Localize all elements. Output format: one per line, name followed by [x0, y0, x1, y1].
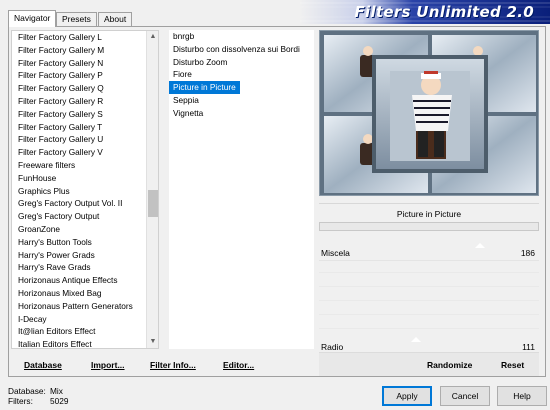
- empty-slider-slot: [319, 272, 539, 273]
- progress-bar: [319, 222, 539, 231]
- slider-thumb-icon[interactable]: [410, 337, 421, 342]
- filters-label: Filters:: [8, 396, 33, 406]
- category-item[interactable]: Filter Factory Gallery N: [12, 57, 158, 70]
- empty-slider-slot: [319, 314, 539, 315]
- filters-unlimited-logo: Filters Unlimited 2.0: [300, 0, 550, 24]
- category-items: Filter Factory Gallery L Filter Factory G…: [12, 31, 158, 348]
- filter-info-button[interactable]: Filter Info...: [150, 360, 196, 370]
- slider-track[interactable]: [319, 260, 539, 261]
- filter-item[interactable]: Seppia: [169, 94, 203, 107]
- category-item[interactable]: Greg's Factory Output: [12, 210, 158, 223]
- category-item[interactable]: GroanZone: [12, 223, 158, 236]
- empty-slider-slot: [319, 328, 539, 329]
- logo-text: Filters Unlimited 2.0: [354, 3, 534, 21]
- slider-miscela[interactable]: Miscela 186: [319, 243, 539, 261]
- tab-presets[interactable]: Presets: [56, 12, 97, 26]
- category-item[interactable]: Italian Editors Effect: [12, 338, 158, 348]
- filter-item[interactable]: Fiore: [169, 68, 196, 81]
- tab-navigator[interactable]: Navigator: [8, 10, 57, 27]
- filter-list[interactable]: bnrgb Disturbo con dissolvenza sui Bordi D…: [169, 30, 314, 349]
- category-item[interactable]: Graphics Plus: [12, 185, 158, 198]
- category-item[interactable]: Harry's Power Grads: [12, 249, 158, 262]
- category-item[interactable]: Freeware filters: [12, 159, 158, 172]
- empty-slider-slot: [319, 286, 539, 287]
- import-button[interactable]: Import...: [91, 360, 125, 370]
- category-item[interactable]: Filter Factory Gallery S: [12, 108, 158, 121]
- randomize-button[interactable]: Randomize: [427, 360, 472, 370]
- category-item[interactable]: FunHouse: [12, 172, 158, 185]
- category-item[interactable]: I-Decay: [12, 313, 158, 326]
- editor-button-label: Editor...: [223, 360, 255, 370]
- database-button-label: Database: [24, 360, 62, 370]
- scroll-up-icon[interactable]: ▲: [147, 31, 158, 43]
- editor-button[interactable]: Editor...: [223, 360, 254, 370]
- filter-item[interactable]: Disturbo Zoom: [169, 56, 231, 69]
- import-button-label: Import...: [91, 360, 125, 370]
- selected-filter-name: Picture in Picture: [319, 203, 539, 223]
- category-item[interactable]: Filter Factory Gallery T: [12, 121, 158, 134]
- preview-image: [320, 31, 538, 195]
- category-item[interactable]: Harry's Rave Grads: [12, 261, 158, 274]
- database-button[interactable]: Database: [24, 360, 62, 370]
- slider-thumb-icon[interactable]: [474, 243, 485, 248]
- category-item[interactable]: Filter Factory Gallery U: [12, 133, 158, 146]
- category-item[interactable]: Filter Factory Gallery V: [12, 146, 158, 159]
- apply-button[interactable]: Apply: [382, 386, 432, 406]
- category-item[interactable]: Filter Factory Gallery Q: [12, 82, 158, 95]
- filter-item[interactable]: Picture in Picture: [169, 81, 240, 94]
- category-item[interactable]: Filter Factory Gallery R: [12, 95, 158, 108]
- cancel-button[interactable]: Cancel: [440, 386, 490, 406]
- category-item[interactable]: Horizonaus Pattern Generators: [12, 300, 158, 313]
- slider-value: 186: [520, 248, 535, 258]
- filters-count: 5029: [50, 396, 69, 406]
- database-label: Database:: [8, 386, 46, 396]
- filter-item[interactable]: Disturbo con dissolvenza sui Bordi: [169, 43, 304, 56]
- scroll-down-icon[interactable]: ▼: [147, 336, 158, 348]
- filter-items: bnrgb Disturbo con dissolvenza sui Bordi D…: [169, 30, 314, 120]
- reset-button[interactable]: Reset: [501, 360, 524, 370]
- filter-item[interactable]: bnrgb: [169, 30, 198, 43]
- category-item[interactable]: Filter Factory Gallery L: [12, 31, 158, 44]
- database-info: Database: Mix Filters: 5029: [8, 386, 68, 406]
- category-item[interactable]: Greg's Factory Output Vol. II: [12, 197, 158, 210]
- scrollbar-thumb[interactable]: [148, 190, 158, 218]
- category-item[interactable]: Harry's Button Tools: [12, 236, 158, 249]
- filter-info-button-label: Filter Info...: [150, 360, 196, 370]
- category-item[interactable]: Horizonaus Mixed Bag: [12, 287, 158, 300]
- database-value: Mix: [50, 386, 63, 396]
- category-item[interactable]: Filter Factory Gallery M: [12, 44, 158, 57]
- help-button[interactable]: Help: [497, 386, 547, 406]
- category-item[interactable]: Horizonaus Antique Effects: [12, 274, 158, 287]
- empty-slider-slot: [319, 300, 539, 301]
- category-scrollbar[interactable]: ▲ ▼: [146, 31, 158, 348]
- filter-item[interactable]: Vignetta: [169, 107, 207, 120]
- tab-about[interactable]: About: [98, 12, 133, 26]
- category-list[interactable]: Filter Factory Gallery L Filter Factory G…: [11, 30, 159, 349]
- category-item[interactable]: It@lian Editors Effect: [12, 325, 158, 338]
- filter-preview: [319, 30, 539, 196]
- slider-label: Miscela: [321, 248, 350, 258]
- category-item[interactable]: Filter Factory Gallery P: [12, 69, 158, 82]
